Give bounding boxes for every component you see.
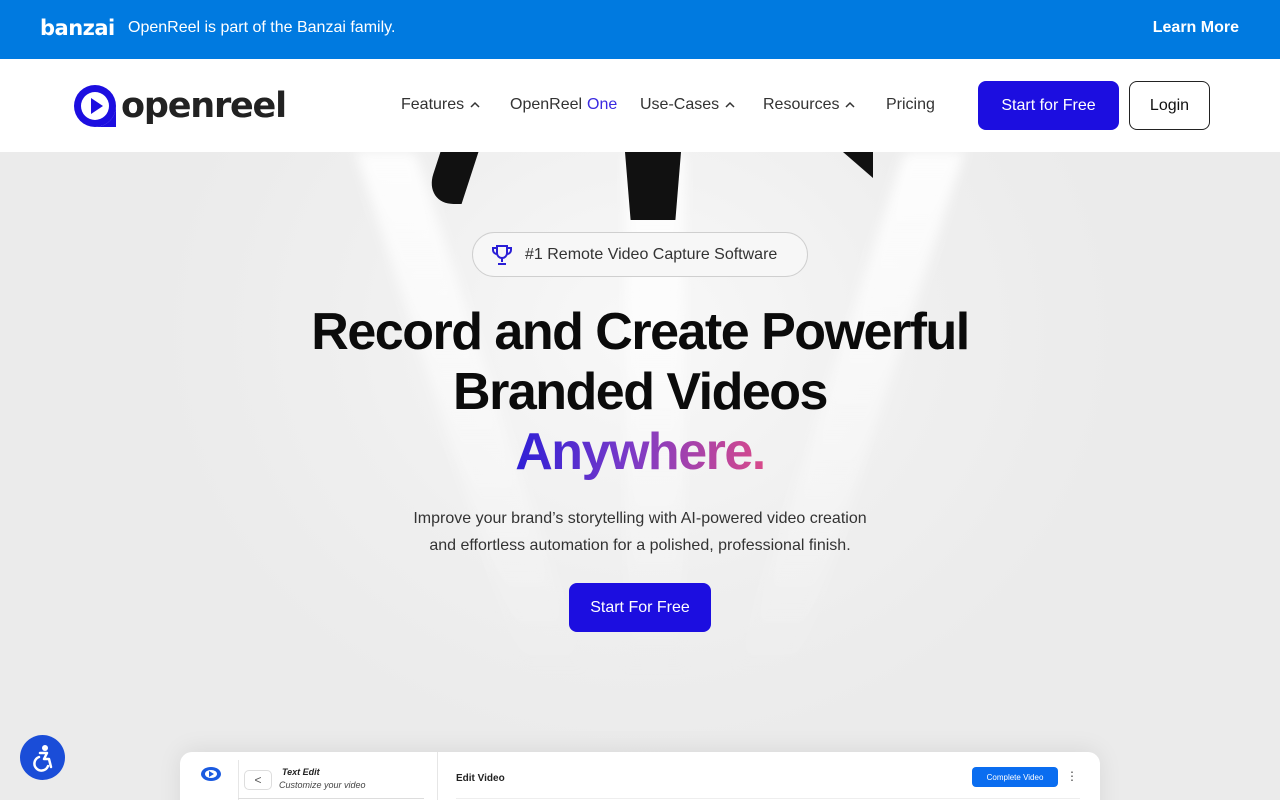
- hero-subtext: Improve your brand’s storytelling with A…: [340, 505, 940, 559]
- learn-more-link[interactable]: Learn More: [1153, 19, 1239, 37]
- chevron-up-icon: [725, 101, 735, 108]
- chevron-up-icon: [845, 101, 856, 108]
- hero-section: #1 Remote Video Capture Software Record …: [0, 152, 1280, 800]
- announcement-message: OpenReel is part of the Banzai family.: [128, 19, 396, 36]
- subtext-line-1: Improve your brand’s storytelling with A…: [413, 510, 867, 527]
- trophy-icon: [492, 244, 512, 265]
- divider: [437, 752, 438, 800]
- complete-video-button[interactable]: Complete Video: [972, 767, 1058, 787]
- main-nav: openreel Features OpenReel One Use-Cases…: [0, 59, 1280, 152]
- accessibility-icon: [32, 744, 52, 772]
- nav-openreel-label: OpenReel: [510, 96, 583, 113]
- hero-start-button[interactable]: Start For Free: [569, 583, 711, 632]
- nav-resources[interactable]: Resources: [763, 96, 856, 114]
- panel-subtitle: Customize your video: [279, 780, 366, 790]
- start-for-free-button[interactable]: Start for Free: [978, 81, 1119, 130]
- play-logo-icon: [74, 85, 116, 127]
- nav-use-cases-label: Use-Cases: [640, 96, 720, 113]
- divider: [456, 798, 1080, 799]
- spotlight-fixture: [423, 152, 479, 204]
- nav-resources-label: Resources: [763, 96, 840, 113]
- back-button[interactable]: <: [244, 770, 272, 790]
- nav-openreel-one[interactable]: OpenReel One: [510, 96, 617, 114]
- nav-features[interactable]: Features: [401, 96, 480, 114]
- openreel-mini-logo-icon: [201, 767, 221, 781]
- more-options-icon[interactable]: ⋮: [1066, 769, 1078, 783]
- login-button[interactable]: Login: [1129, 81, 1210, 130]
- openreel-logo[interactable]: openreel: [72, 83, 287, 129]
- banzai-logo[interactable]: banzai: [40, 16, 115, 40]
- panel-title: Text Edit: [282, 767, 320, 777]
- nav-features-label: Features: [401, 96, 465, 113]
- edit-video-title: Edit Video: [456, 773, 505, 784]
- hero-headline: Record and Create Powerful Branded Video…: [240, 302, 1040, 482]
- award-badge: #1 Remote Video Capture Software: [472, 232, 808, 277]
- divider: [238, 798, 424, 799]
- headline-line-2: Branded Videos: [453, 363, 828, 421]
- nav-use-cases[interactable]: Use-Cases: [640, 96, 735, 114]
- badge-text: #1 Remote Video Capture Software: [525, 245, 778, 263]
- nav-one-suffix: One: [587, 96, 618, 113]
- headline-highlight: Anywhere.: [515, 423, 766, 481]
- accessibility-button[interactable]: [20, 735, 65, 780]
- nav-pricing-label: Pricing: [886, 96, 935, 113]
- headline-line-1: Record and Create Powerful: [311, 303, 970, 361]
- chevron-up-icon: [470, 101, 480, 108]
- logo-wordmark: openreel: [121, 86, 287, 126]
- announcement-bar: banzai OpenReel is part of the Banzai fa…: [0, 0, 1280, 59]
- nav-pricing[interactable]: Pricing: [886, 96, 935, 114]
- spotlight-fixture: [843, 152, 873, 178]
- divider: [238, 760, 239, 800]
- subtext-line-2: and effortless automation for a polished…: [429, 537, 851, 554]
- spotlight-fixture: [625, 152, 681, 220]
- app-preview: < Text Edit Customize your video Edit Vi…: [180, 752, 1100, 800]
